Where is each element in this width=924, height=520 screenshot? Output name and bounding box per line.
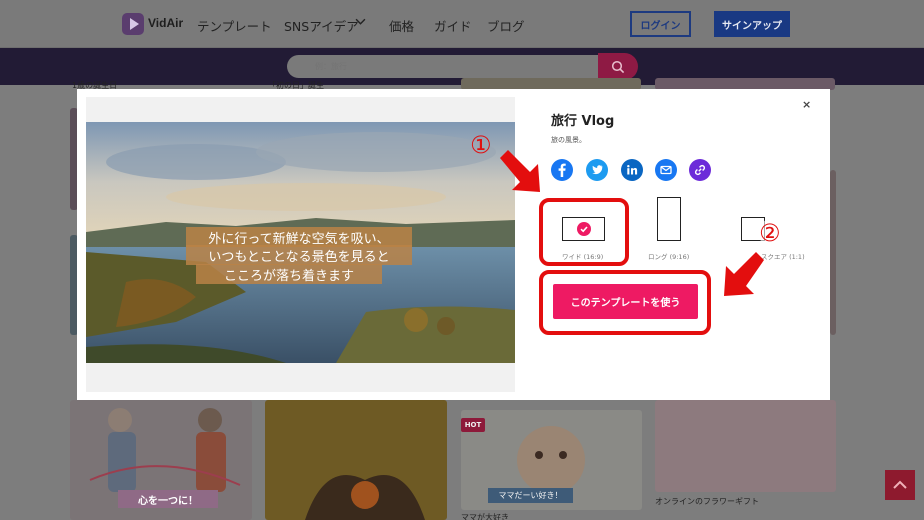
card-text: ママだーい好き！ [488, 488, 573, 503]
mail-icon[interactable] [655, 159, 677, 181]
annotation-number-1: ① [470, 131, 492, 159]
annotation-box-use [539, 270, 711, 335]
search-icon [611, 60, 625, 73]
nav-guide[interactable]: ガイド [434, 16, 472, 35]
linkedin-icon[interactable] [621, 159, 643, 181]
chevron-down-icon[interactable] [355, 16, 366, 30]
twitter-icon[interactable] [586, 159, 608, 181]
scroll-top-button[interactable] [885, 470, 915, 500]
nav-pricing[interactable]: 価格 [389, 16, 414, 35]
red-arrow-icon [500, 150, 540, 192]
nav-blog[interactable]: ブログ [487, 16, 525, 35]
template-card-heart[interactable] [265, 400, 447, 520]
arrow-up-icon [893, 480, 907, 489]
template-card-flowers[interactable] [655, 400, 836, 492]
hands-heart-illustration [305, 475, 425, 520]
red-arrow-icon [724, 252, 764, 296]
nav-sns-ideas[interactable]: SNSアイデア [284, 16, 359, 35]
caption-line-1: 外に行って新鮮な空気を吸い、 [186, 227, 412, 247]
facebook-icon[interactable] [551, 159, 573, 181]
brand-name[interactable]: VidAir [148, 16, 183, 30]
search-button[interactable] [598, 53, 638, 80]
search-input[interactable] [287, 55, 599, 78]
ratio-long-label: ロング (9:16) [648, 253, 690, 261]
modal-title: 旅行 Vlog [551, 114, 615, 129]
modal-subtitle: 旅の風景。 [551, 136, 586, 144]
signup-button[interactable]: サインアップ [714, 11, 790, 37]
close-icon[interactable]: × [802, 98, 811, 111]
hot-badge: HOT [461, 418, 485, 432]
caption-line-3: こころが落ち着きます [196, 264, 382, 284]
logo-play-shape [130, 18, 139, 30]
link-icon[interactable] [689, 159, 711, 181]
annotation-box-ratio [539, 198, 629, 266]
ratio-long-option[interactable] [657, 197, 681, 241]
caption-line-2: いつもとことなる景色を見ると [186, 245, 412, 265]
card-label: オンラインのフラワーギフト [655, 497, 759, 506]
nav-templates[interactable]: テンプレート [197, 16, 272, 35]
card-text: 心を一つに！ [118, 490, 218, 508]
annotation-number-2: ② [759, 219, 781, 247]
login-button[interactable]: ログイン [630, 11, 691, 37]
template-card[interactable] [830, 170, 836, 335]
card-label: ママが大好き [461, 513, 509, 520]
